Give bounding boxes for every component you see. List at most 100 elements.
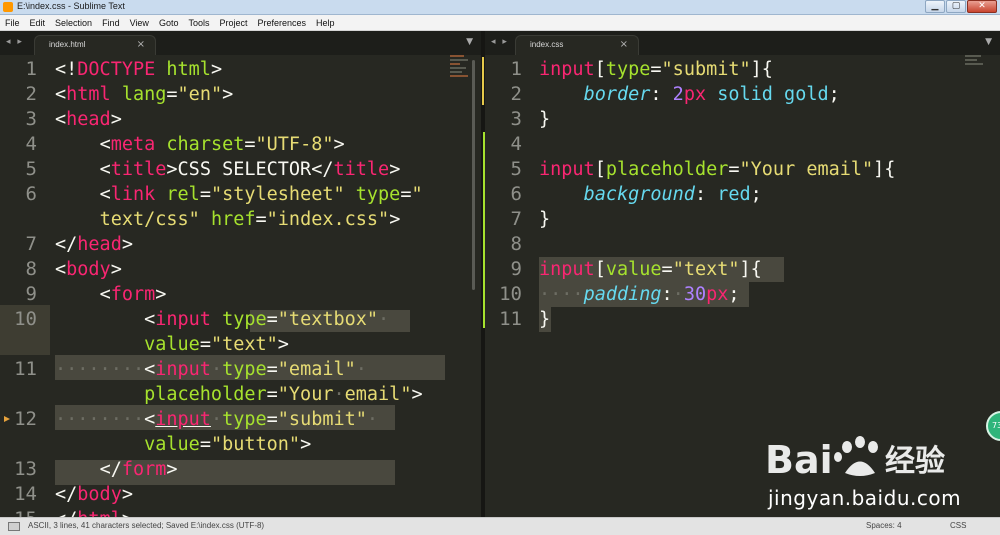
code-line: 3 <head> — [0, 107, 481, 132]
code-line: 6 background: red; — [485, 182, 1000, 207]
code-line: 13 </form> — [0, 457, 481, 482]
code-line: 9 input[value="text"]{ — [485, 257, 1000, 282]
tab-label: index.html — [49, 40, 86, 49]
close-button[interactable]: ✕ — [967, 0, 997, 13]
line-number: 14 — [14, 483, 37, 505]
close-icon[interactable]: × — [137, 39, 145, 50]
arrow-left-right-icon[interactable]: ◂ ▸ — [6, 37, 24, 47]
code-line: 12 ········<input·type="submit"· — [0, 407, 481, 432]
line-number: 8 — [510, 233, 522, 255]
svg-text:经验: 经验 — [885, 444, 945, 479]
line-number: 4 — [510, 133, 522, 155]
panel-toggle-icon[interactable] — [8, 522, 20, 531]
line-number: 9 — [25, 283, 37, 305]
badge-count: 73 — [992, 421, 1000, 430]
line-number: 1 — [510, 58, 522, 80]
code-line: 5 <title>CSS SELECTOR</title> — [0, 157, 481, 182]
line-number: 11 — [14, 358, 37, 380]
code-line: 5 input[placeholder="Your email"]{ — [485, 157, 1000, 182]
status-bar: ASCII, 3 lines, 41 characters selected; … — [0, 517, 1000, 535]
arrow-left-right-icon[interactable]: ◂ ▸ — [491, 37, 509, 47]
code-line: 4 <meta charset="UTF-8"> — [0, 132, 481, 157]
status-message: ASCII, 3 lines, 41 characters selected; … — [28, 521, 265, 530]
code-line: 14 </body> — [0, 482, 481, 507]
watermark-url: jingyan.baidu.com — [768, 486, 962, 510]
indentation-setting[interactable]: Spaces: 4 — [866, 521, 902, 530]
code-line: 11 } — [485, 307, 1000, 332]
code-line: 15 </html> — [0, 507, 481, 517]
modified-lines-marker — [482, 57, 484, 105]
added-lines-marker — [483, 132, 485, 328]
svg-text:Bai: Bai — [765, 438, 833, 482]
menu-bar: File Edit Selection Find View Goto Tools… — [0, 15, 1000, 31]
line-number: 10 — [499, 283, 522, 305]
menu-edit[interactable]: Edit — [25, 18, 51, 28]
code-line: 1 input[type="submit"]{ — [485, 57, 1000, 82]
menu-help[interactable]: Help — [311, 18, 340, 28]
syntax-selector[interactable]: CSS — [950, 521, 966, 530]
line-number: 2 — [25, 83, 37, 105]
close-icon[interactable]: × — [620, 39, 628, 50]
code-line: 2 border: 2px solid gold; — [485, 82, 1000, 107]
code-line: 11 ········<input·type="email"· — [0, 357, 481, 382]
window-title-bar: E:\index.css - Sublime Text ▁ ▢ ✕ — [0, 0, 1000, 15]
line-number: 5 — [510, 158, 522, 180]
line-number: 1 — [25, 58, 37, 80]
line-number: 7 — [510, 208, 522, 230]
line-number: 6 — [25, 183, 37, 205]
code-line: 10 <input type="textbox"· — [0, 307, 481, 332]
baidu-paw-logo: Bai 经验 — [765, 436, 945, 482]
line-number: 13 — [14, 458, 37, 480]
line-number: 15 — [0, 507, 37, 517]
menu-file[interactable]: File — [0, 18, 25, 28]
line-number: 10 — [14, 308, 37, 330]
window-title: E:\index.css - Sublime Text — [17, 1, 125, 11]
code-line: 8 <body> — [0, 257, 481, 282]
code-line: 8 — [485, 232, 1000, 257]
code-line: 9 <form> — [0, 282, 481, 307]
line-number: 4 — [25, 133, 37, 155]
menu-goto[interactable]: Goto — [154, 18, 184, 28]
line-number: 7 — [25, 233, 37, 255]
maximize-button[interactable]: ▢ — [946, 0, 966, 13]
menu-project[interactable]: Project — [214, 18, 252, 28]
code-line: 7 </head> — [0, 232, 481, 257]
code-line: 10 ····padding:·30px; — [485, 282, 1000, 307]
line-number: 12 — [14, 408, 37, 430]
code-line: 4 — [485, 132, 1000, 157]
menu-find[interactable]: Find — [97, 18, 125, 28]
line-number: 11 — [499, 308, 522, 330]
chevron-down-icon[interactable]: ▼ — [985, 37, 992, 47]
right-tab-bar: ◂ ▸ index.css × ▼ — [485, 31, 1000, 55]
menu-selection[interactable]: Selection — [50, 18, 97, 28]
line-number: 8 — [25, 258, 37, 280]
editor-pane-html[interactable]: 1 <!DOCTYPE html> 2 <html lang="en"> 3 <… — [0, 55, 481, 517]
code-line: 7 } — [485, 207, 1000, 232]
minimize-button[interactable]: ▁ — [925, 0, 945, 13]
menu-preferences[interactable]: Preferences — [252, 18, 311, 28]
tab-label: index.css — [530, 40, 564, 49]
menu-view[interactable]: View — [125, 18, 154, 28]
watermark: Bai 经验 jingyan.baidu.com — [735, 425, 975, 515]
tab-index-css[interactable]: index.css × — [515, 35, 639, 55]
line-number: 3 — [25, 108, 37, 130]
line-number: 5 — [25, 158, 37, 180]
line-number: 6 — [510, 183, 522, 205]
code-line: 1 <!DOCTYPE html> — [0, 57, 481, 82]
left-tab-bar: ◂ ▸ index.html × ▼ — [0, 31, 481, 55]
line-number: 2 — [510, 83, 522, 105]
code-line-wrap: value="text"> — [144, 334, 289, 355]
chevron-down-icon[interactable]: ▼ — [466, 37, 473, 47]
menu-tools[interactable]: Tools — [183, 18, 214, 28]
sublime-text-icon — [3, 2, 13, 12]
code-line-wrap: value="button"> — [144, 434, 312, 455]
line-number: 9 — [510, 258, 522, 280]
code-line-wrap: placeholder="Your·email"> — [144, 384, 423, 405]
line-number: 3 — [510, 108, 522, 130]
code-line: 3 } — [485, 107, 1000, 132]
code-line-wrap: text/css" href="index.css"> — [99, 209, 401, 230]
code-line: 2 <html lang="en"> — [0, 82, 481, 107]
tab-index-html[interactable]: index.html × — [34, 35, 156, 55]
window-controls: ▁ ▢ ✕ — [925, 0, 997, 14]
code-line: 6 <link rel="stylesheet" type=" — [0, 182, 481, 207]
